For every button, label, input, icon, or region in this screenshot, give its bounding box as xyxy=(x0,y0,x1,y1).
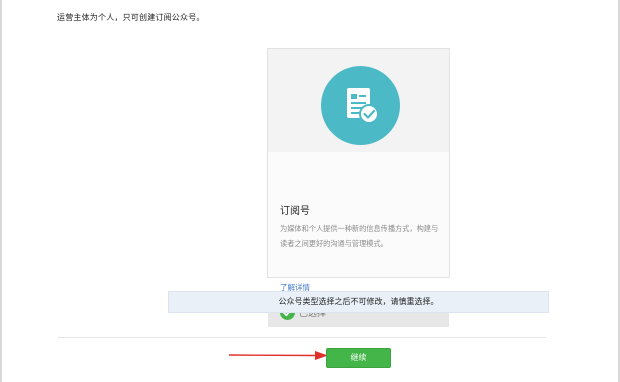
subscription-document-check-icon xyxy=(321,66,400,145)
annotation-arrow-icon xyxy=(229,351,328,360)
window-border-left xyxy=(0,0,2,382)
card-description: 为媒体和个人提供一种新的信息传播方式，构建与读者之间更好的沟通与管理模式。 xyxy=(280,224,439,248)
type-warning-bar: 公众号类型选择之后不可修改，请慎重选择。 xyxy=(168,291,549,313)
card-header xyxy=(268,49,449,152)
divider xyxy=(58,337,546,338)
type-warning-text: 公众号类型选择之后不可修改，请慎重选择。 xyxy=(278,297,439,306)
operator-notice: 运营主体为个人，只可创建订阅公众号。 xyxy=(57,13,205,22)
card-title: 订阅号 xyxy=(280,206,310,217)
continue-button[interactable]: 继续 xyxy=(326,348,391,368)
account-type-card-subscription[interactable]: 订阅号 为媒体和个人提供一种新的信息传播方式，构建与读者之间更好的沟通与管理模式… xyxy=(267,48,450,327)
